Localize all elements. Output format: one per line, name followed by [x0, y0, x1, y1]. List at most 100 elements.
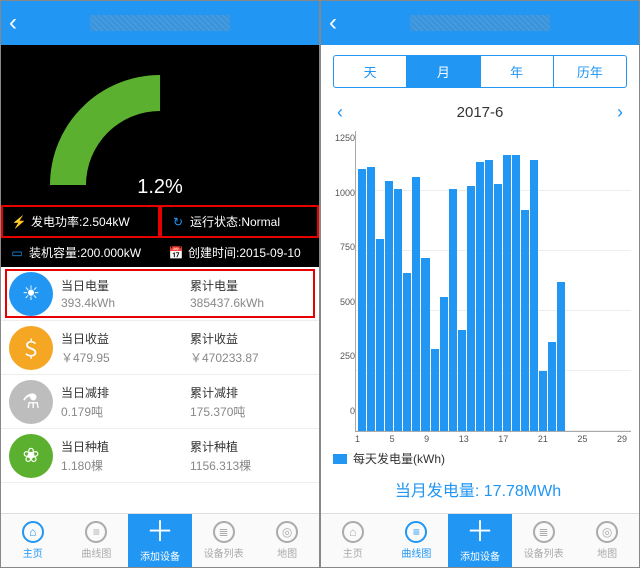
stat-title: 当日收益 [61, 330, 190, 347]
bar-day-5[interactable] [394, 189, 402, 431]
bar-day-1[interactable] [358, 169, 366, 431]
tab-add[interactable]: ＋添加设备 [448, 514, 512, 567]
segment-月[interactable]: 月 [407, 56, 480, 87]
x-tick: 25 [577, 434, 587, 444]
coins-icon: ＄ [9, 326, 53, 370]
period-label: 2017-6 [457, 104, 504, 121]
x-tick: 29 [617, 434, 627, 444]
map-icon: ◎ [276, 521, 298, 543]
bar-day-8[interactable] [421, 258, 429, 431]
capacity-value: 装机容量:200.000kW [29, 244, 141, 261]
x-tick: 9 [424, 434, 429, 444]
stat-row[interactable]: ❀ 当日种植1.180棵 累计种植1156.313棵 [1, 429, 319, 483]
stat-value: 1.180棵 [61, 457, 190, 474]
tab-home[interactable]: ⌂主页 [321, 514, 385, 567]
bar-day-18[interactable] [512, 155, 520, 431]
plus-icon: ＋ [146, 518, 174, 546]
y-tick: 500 [340, 297, 355, 307]
redacted-title [90, 15, 230, 31]
map-icon: ◎ [596, 521, 618, 543]
x-tick: 17 [498, 434, 508, 444]
next-month-icon[interactable]: › [617, 102, 623, 123]
stat-row[interactable]: ＄ 当日收益 ￥479.95 累计收益 ￥470233.87 [1, 321, 319, 375]
power-gauge [50, 75, 270, 185]
stat-value: 175.370吨 [190, 403, 319, 420]
tab-list[interactable]: ≣设备列表 [192, 514, 256, 567]
stat-title: 累计减排 [190, 384, 319, 401]
bar-day-15[interactable] [485, 160, 493, 431]
bar-day-9[interactable] [431, 349, 439, 431]
bar-day-21[interactable] [539, 371, 547, 431]
tab-bar: ⌂主页≡曲线图＋添加设备≣设备列表◎地图 [321, 513, 639, 567]
chart-legend: 每天发电量(kWh) [325, 444, 631, 473]
cycle-icon: ↻ [170, 214, 186, 230]
stat-value: ￥479.95 [61, 349, 190, 366]
stat-value: ￥470233.87 [190, 349, 319, 366]
x-tick: 5 [390, 434, 395, 444]
y-tick: 1250 [335, 133, 355, 143]
right-phone: ‹ 天月年历年 ‹ 2017-6 › 125010007505002500 15… [320, 0, 640, 568]
tab-home[interactable]: ⌂主页 [1, 514, 65, 567]
tab-chart[interactable]: ≡曲线图 [385, 514, 449, 567]
bar-day-7[interactable] [412, 177, 420, 431]
list-icon: ≣ [213, 521, 235, 543]
tab-list[interactable]: ≣设备列表 [512, 514, 576, 567]
bar-chart: 125010007505002500 1591317212529 每天发电量(k… [321, 131, 639, 513]
bar-day-22[interactable] [548, 342, 556, 431]
stat-row[interactable]: ⚗ 当日减排0.179吨 累计减排175.370吨 [1, 375, 319, 429]
stat-value: 393.4kWh [61, 296, 190, 310]
status-value: 运行状态:Normal [190, 213, 280, 230]
bar-day-3[interactable] [376, 239, 384, 431]
chart-icon: ≡ [85, 521, 107, 543]
y-tick: 250 [340, 351, 355, 361]
bar-day-4[interactable] [385, 181, 393, 431]
legend-label: 每天发电量(kWh) [353, 450, 445, 467]
app-header: ‹ [1, 1, 319, 45]
bar-day-19[interactable] [521, 210, 529, 431]
stat-title: 累计收益 [190, 330, 319, 347]
bulb-icon: ☀ [9, 272, 53, 316]
stat-row[interactable]: ☀ 当日电量393.4kWh 累计电量385437.6kWh [1, 267, 319, 321]
bar-day-10[interactable] [440, 297, 448, 431]
stat-title: 累计种植 [190, 438, 319, 455]
x-tick: 13 [459, 434, 469, 444]
prev-month-icon[interactable]: ‹ [337, 102, 343, 123]
bar-day-17[interactable] [503, 155, 511, 431]
stats-list: ☀ 当日电量393.4kWh 累计电量385437.6kWh ＄ 当日收益￥47… [1, 267, 319, 513]
bar-day-23[interactable] [557, 282, 565, 431]
redacted-title [410, 15, 550, 31]
list-icon: ≣ [533, 521, 555, 543]
segment-天[interactable]: 天 [334, 56, 407, 87]
bar-day-14[interactable] [476, 162, 484, 431]
segment-年[interactable]: 年 [481, 56, 554, 87]
bar-day-20[interactable] [530, 160, 538, 431]
tab-map[interactable]: ◎地图 [255, 514, 319, 567]
bar-day-13[interactable] [467, 186, 475, 431]
bar-day-11[interactable] [449, 189, 457, 431]
x-tick: 21 [538, 434, 548, 444]
bar-day-2[interactable] [367, 167, 375, 431]
gauge-percent: 1.2% [1, 176, 319, 199]
kv-status: ↻ 运行状态:Normal [160, 205, 319, 238]
bar-day-16[interactable] [494, 184, 502, 431]
back-icon[interactable]: ‹ [9, 9, 17, 37]
kv-created: 📅 创建时间:2015-09-10 [160, 238, 319, 267]
chart-icon: ≡ [405, 521, 427, 543]
y-axis: 125010007505002500 [325, 131, 355, 432]
bar-day-6[interactable] [403, 273, 411, 431]
segment-历年[interactable]: 历年 [554, 56, 626, 87]
back-icon[interactable]: ‹ [329, 9, 337, 37]
tree-icon: ❀ [9, 434, 53, 478]
x-axis: 1 5 9 13 17 21 25 29 [325, 434, 631, 444]
tab-bar: ⌂主页≡曲线图＋添加设备≣设备列表◎地图 [1, 513, 319, 567]
stat-title: 累计电量 [190, 277, 319, 294]
created-value: 创建时间:2015-09-10 [188, 244, 301, 261]
tab-add[interactable]: ＋添加设备 [128, 514, 192, 567]
battery-icon: ▭ [9, 245, 25, 261]
bar-day-12[interactable] [458, 330, 466, 431]
bolt-icon: ⚡ [11, 214, 27, 230]
tab-chart[interactable]: ≡曲线图 [65, 514, 129, 567]
tab-map[interactable]: ◎地图 [575, 514, 639, 567]
kv-power: ⚡ 发电功率:2.504kW [1, 205, 160, 238]
x-tick: 1 [355, 434, 360, 444]
